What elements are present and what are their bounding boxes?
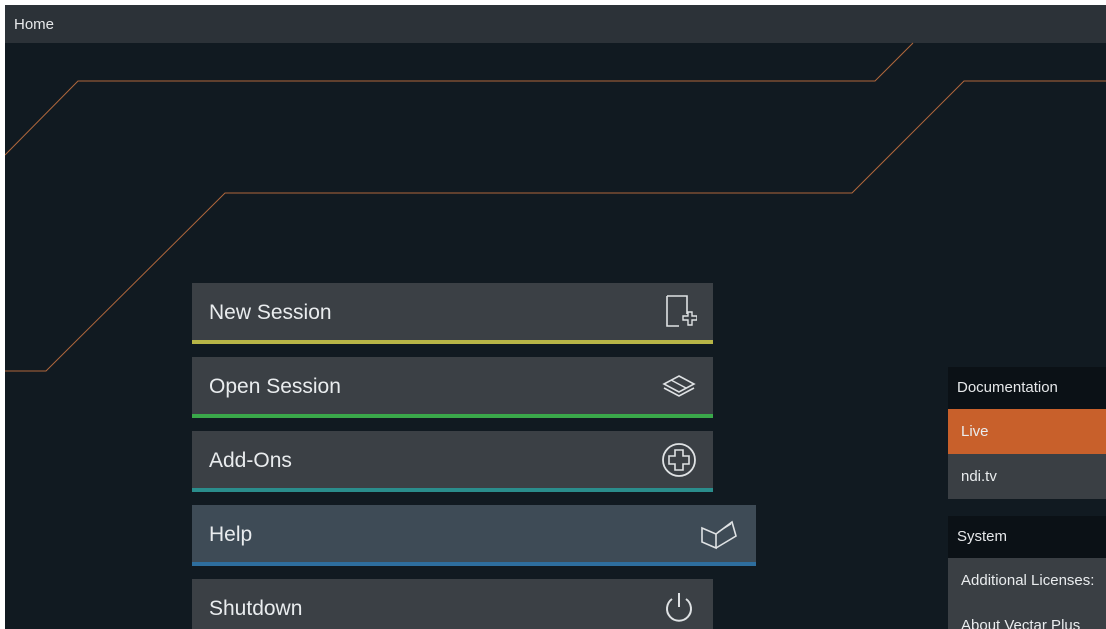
add-ons-label: Add-Ons	[209, 449, 292, 472]
system-panel: System Additional Licenses: About Vectar…	[948, 516, 1106, 629]
shutdown-button[interactable]: Shutdown	[192, 579, 713, 629]
doc-link-ndi-tv[interactable]: ndi.tv	[948, 454, 1106, 499]
doc-link-live[interactable]: Live	[948, 409, 1106, 454]
app-window: Home New Session Open Session Add-Ons He…	[5, 5, 1106, 629]
help-label: Help	[209, 523, 253, 546]
new-session-accent-bar	[192, 340, 713, 344]
open-layers-icon	[662, 375, 696, 397]
help-button[interactable]: Help	[192, 505, 756, 566]
system-link-additional-licenses[interactable]: Additional Licenses:	[948, 558, 1106, 603]
add-ons-button[interactable]: Add-Ons	[192, 431, 713, 492]
new-session-label: New Session	[209, 301, 332, 324]
power-icon	[666, 593, 692, 622]
documentation-heading: Documentation	[948, 367, 1106, 409]
open-session-button[interactable]: Open Session	[192, 357, 713, 418]
new-file-icon	[666, 295, 697, 327]
help-accent-bar	[192, 562, 756, 566]
book-icon	[701, 520, 737, 550]
add-ons-accent-bar	[192, 488, 713, 492]
shutdown-label: Shutdown	[209, 597, 303, 620]
new-session-button[interactable]: New Session	[192, 283, 713, 344]
system-heading: System	[948, 516, 1106, 558]
system-link-about[interactable]: About Vectar Plus	[948, 603, 1106, 629]
plus-circle-icon	[662, 443, 696, 477]
open-session-label: Open Session	[209, 375, 341, 398]
open-session-accent-bar	[192, 414, 713, 418]
documentation-panel: Documentation Live ndi.tv	[948, 367, 1106, 499]
